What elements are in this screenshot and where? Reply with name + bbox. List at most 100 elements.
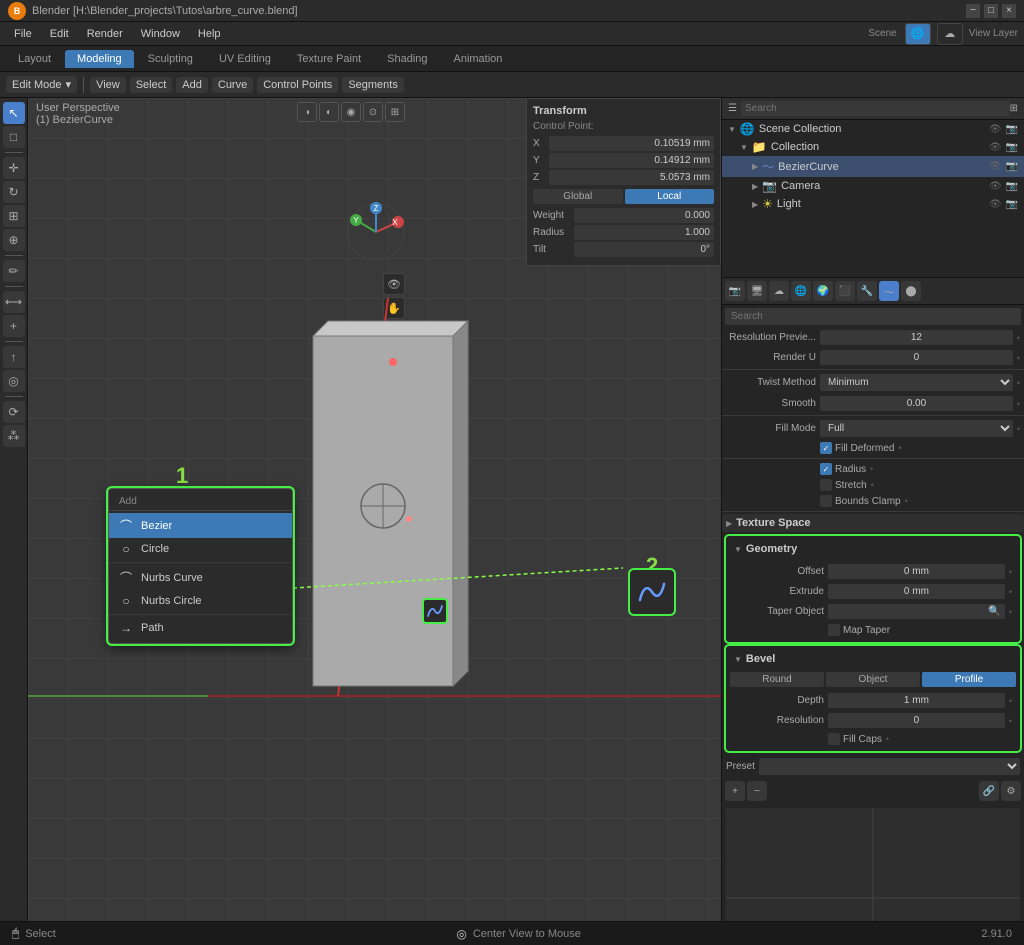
scene-props-btn[interactable]: 🌐 — [791, 281, 811, 301]
radius-pin[interactable]: • — [870, 464, 873, 474]
bevel-tab-object[interactable]: Object — [826, 672, 920, 687]
tab-shading[interactable]: Shading — [375, 50, 439, 68]
move-tool[interactable]: ✛ — [3, 157, 25, 179]
radius-input[interactable] — [574, 225, 714, 240]
tab-texture-paint[interactable]: Texture Paint — [285, 50, 373, 68]
weight-input[interactable] — [574, 208, 714, 223]
search-input[interactable] — [741, 101, 1010, 116]
menu-option-nurbs-circle[interactable]: ○ Nurbs Circle — [109, 590, 292, 612]
smooth-value[interactable] — [820, 396, 1013, 411]
fill-caps-pin[interactable]: • — [886, 734, 889, 744]
scene-icon[interactable]: 🌐 — [905, 23, 931, 45]
modifier-props-btn[interactable]: 🔧 — [857, 281, 877, 301]
viewport-shading-rendered[interactable]: ◉ — [341, 102, 361, 122]
tree-item-light[interactable]: ▶ ☀ Light 👁 📷 — [722, 195, 1024, 213]
viewport-gizmo-toggle[interactable]: ⊞ — [385, 102, 405, 122]
cursor-tool[interactable]: ↖ — [3, 102, 25, 124]
props-search-input[interactable] — [725, 308, 1021, 325]
bevel-header[interactable]: ▼ Bevel — [730, 650, 1016, 668]
bevel-tab-round[interactable]: Round — [730, 672, 824, 687]
offset-pin[interactable]: • — [1009, 567, 1012, 577]
geometry-header[interactable]: ▼ Geometry — [730, 540, 1016, 558]
render-props-btn[interactable]: 📷 — [725, 281, 745, 301]
offset-value[interactable] — [828, 564, 1005, 579]
stretch-pin[interactable]: • — [871, 480, 874, 490]
bounds-clamp-pin[interactable]: • — [905, 496, 908, 506]
zoom-out-btn[interactable]: − — [747, 781, 767, 801]
menu-window[interactable]: Window — [133, 26, 188, 42]
render-icon-scene[interactable]: 📷 — [1006, 124, 1018, 135]
visibility-icon-camera[interactable]: 👁 — [989, 181, 1002, 192]
extrude-pin[interactable]: • — [1009, 587, 1012, 597]
toolbar-view[interactable]: View — [90, 77, 126, 93]
measure-tool[interactable]: ⟷ — [3, 291, 25, 313]
tab-modeling[interactable]: Modeling — [65, 50, 134, 68]
twist-method-pin[interactable]: • — [1017, 378, 1020, 388]
close-button[interactable]: × — [1002, 4, 1016, 18]
bounds-clamp-checkbox[interactable]: Bounds Clamp — [820, 495, 901, 507]
side-curve-icon[interactable] — [422, 598, 448, 624]
toolbar-curve[interactable]: Curve — [212, 77, 253, 93]
render-u-pin[interactable]: • — [1017, 353, 1020, 363]
scale-tool[interactable]: ⊞ — [3, 205, 25, 227]
menu-render[interactable]: Render — [79, 26, 131, 42]
bevel-tab-profile[interactable]: Profile — [922, 672, 1016, 687]
render-icon-camera[interactable]: 📷 — [1006, 181, 1018, 192]
x-input[interactable] — [549, 136, 714, 151]
minimize-button[interactable]: − — [966, 4, 980, 18]
fill-deformed-pin[interactable]: • — [898, 443, 901, 453]
extrude-value[interactable] — [828, 584, 1005, 599]
taper-object-dropper[interactable]: 🔍 — [988, 606, 1000, 617]
texture-space-header[interactable]: ▶ Texture Space — [722, 514, 1024, 532]
stretch-checkbox[interactable]: Stretch — [820, 479, 867, 491]
fill-mode-dropdown[interactable]: Full — [820, 420, 1013, 437]
preset-dropdown[interactable] — [759, 758, 1020, 775]
object-props-btn[interactable]: ⬛ — [835, 281, 855, 301]
menu-option-bezier[interactable]: ⌒ Bezier — [109, 513, 292, 538]
tree-item-collection[interactable]: ▼ 📁 Collection 👁 📷 — [722, 138, 1024, 156]
visibility-icon-bezier[interactable]: 👁 — [989, 161, 1002, 172]
taper-object-input[interactable]: 🔍 — [828, 604, 1005, 619]
tilt-input[interactable] — [574, 242, 714, 257]
smooth-pin[interactable]: • — [1017, 399, 1020, 409]
twist-method-dropdown[interactable]: Minimum — [820, 374, 1013, 391]
global-btn[interactable]: Global — [533, 189, 623, 204]
visibility-icon-light[interactable]: 👁 — [989, 199, 1002, 210]
curve-icon-button[interactable] — [628, 568, 676, 616]
bevel-resolution-value[interactable] — [828, 713, 1005, 728]
depth-value[interactable] — [828, 693, 1005, 708]
visibility-icon-col[interactable]: 👁 — [989, 142, 1002, 153]
annotate-tool[interactable]: ✏ — [3, 260, 25, 282]
toolbar-segments[interactable]: Segments — [342, 77, 404, 93]
link-btn[interactable]: 🔗 — [979, 781, 999, 801]
tab-layout[interactable]: Layout — [6, 50, 63, 68]
filter-icon[interactable]: ⊞ — [1010, 103, 1018, 114]
menu-option-nurbs-curve[interactable]: ⌒ Nurbs Curve — [109, 565, 292, 590]
toolbar-add[interactable]: Add — [176, 77, 208, 93]
fill-deformed-checkbox[interactable]: ✓ Fill Deformed — [820, 442, 894, 454]
nav-gizmo[interactable]: X Y Z — [346, 202, 406, 262]
tab-sculpting[interactable]: Sculpting — [136, 50, 205, 68]
toolbar-control-points[interactable]: Control Points — [257, 77, 338, 93]
maximize-button[interactable]: □ — [984, 4, 998, 18]
menu-option-circle[interactable]: ○ Circle — [109, 538, 292, 560]
fill-caps-checkbox[interactable]: Fill Caps — [828, 733, 882, 745]
toolbar-select[interactable]: Select — [130, 77, 173, 93]
output-props-btn[interactable]: 🖥 — [747, 281, 767, 301]
transform-tool[interactable]: ⊕ — [3, 229, 25, 251]
editor-mode-selector[interactable]: Edit Mode ▾ — [6, 76, 77, 93]
fill-mode-pin[interactable]: • — [1017, 424, 1020, 434]
render-icon-col[interactable]: 📷 — [1006, 142, 1018, 153]
tree-item-bezier-curve[interactable]: ▶ 〜 BezierCurve 👁 📷 — [722, 156, 1024, 177]
menu-file[interactable]: File — [6, 26, 40, 42]
local-btn[interactable]: Local — [625, 189, 715, 204]
visibility-icon-scene[interactable]: 👁 — [989, 124, 1002, 135]
resolution-preview-pin[interactable]: • — [1017, 333, 1020, 343]
material-props-btn[interactable]: ⬤ — [901, 281, 921, 301]
settings-btn[interactable]: ⚙ — [1001, 781, 1021, 801]
search-bar[interactable] — [741, 101, 1010, 116]
tab-uv-editing[interactable]: UV Editing — [207, 50, 283, 68]
data-props-btn[interactable]: 〜 — [879, 281, 899, 301]
view-layer-props-btn[interactable]: ☁ — [769, 281, 789, 301]
menu-option-path[interactable]: → Path — [109, 617, 292, 639]
